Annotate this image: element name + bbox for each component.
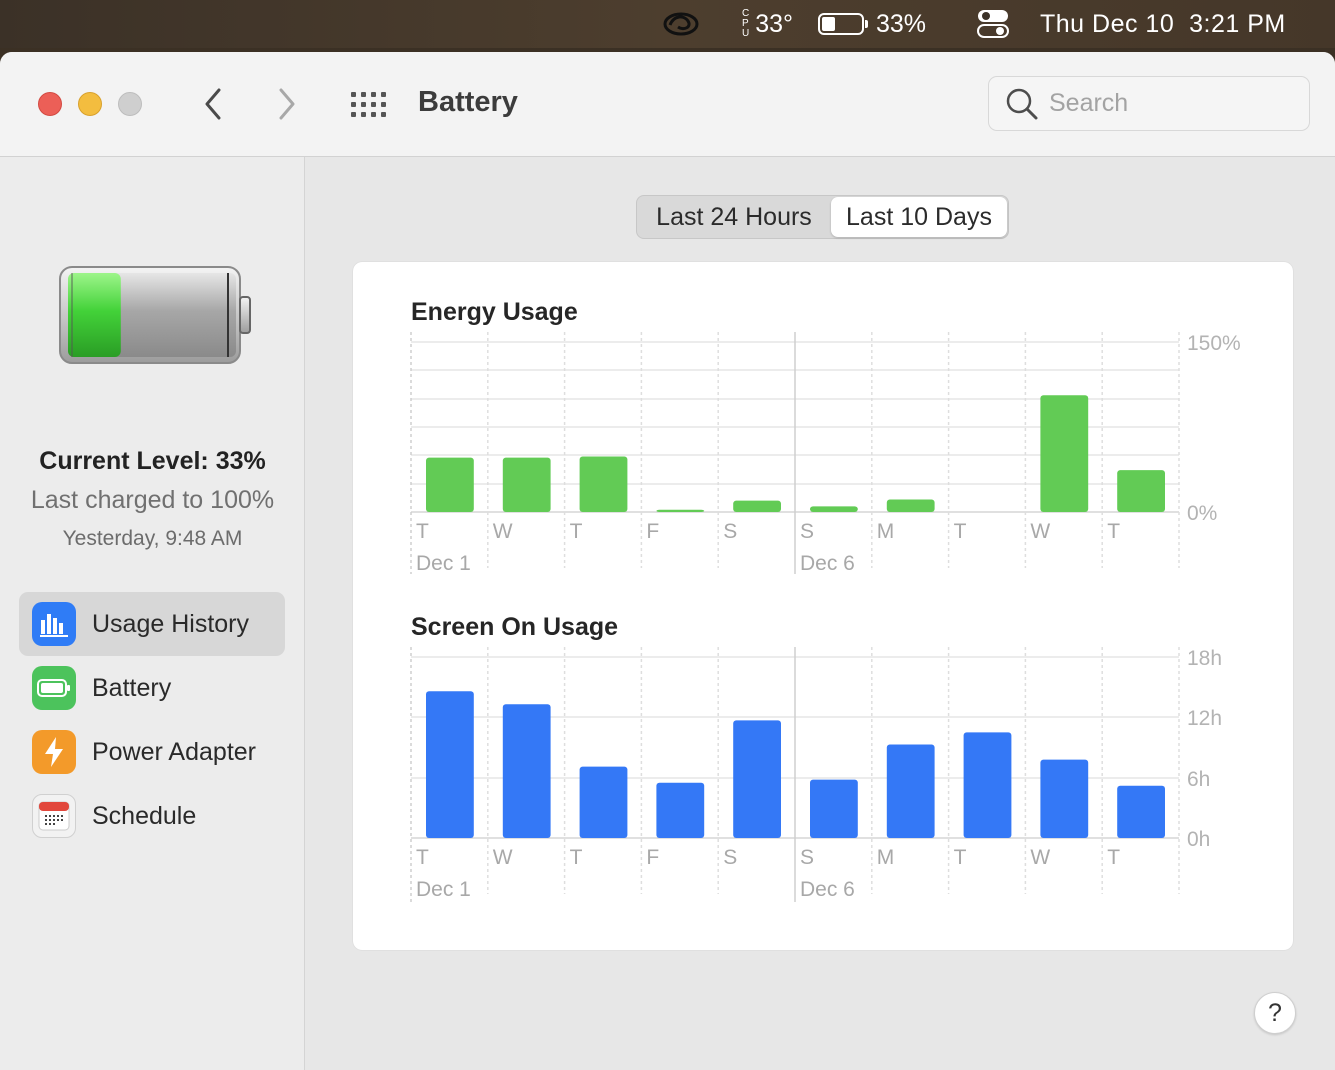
energy-day-label: T <box>416 520 429 543</box>
energy-bar <box>1040 395 1089 512</box>
screen-on-bar <box>733 720 781 838</box>
sidebar-item-label: Schedule <box>92 801 197 830</box>
energy-day-label: M <box>877 520 895 543</box>
last-charged-text: Last charged to 100% <box>30 486 275 514</box>
screen-on-bar <box>656 782 705 838</box>
energy-day-label: S <box>800 520 814 543</box>
screen-on-day-label: S <box>723 846 737 869</box>
calendar-icon <box>32 794 76 838</box>
energy-bar <box>426 457 474 512</box>
sidebar-item-label: Battery <box>92 673 172 702</box>
last-charged-time: Yesterday, 9:48 AM <box>62 527 243 550</box>
usage-charts-card: Energy Usage Screen On Usage TWTFSSMTWTD… <box>353 262 1293 950</box>
sidebar: Current Level: 33% Last charged to 100% … <box>0 157 305 1070</box>
segment-last-10-days[interactable]: Last 10 Days <box>831 197 1007 237</box>
time-range-segmented-control: Last 24 Hours Last 10 Days <box>636 195 1009 239</box>
menubar-clock[interactable]: Thu Dec 10 3:21 PM <box>1040 0 1286 48</box>
chevron-right-icon <box>279 88 295 120</box>
energy-bar <box>656 509 705 512</box>
forward-button[interactable] <box>270 86 304 122</box>
sidebar-item-label: Power Adapter <box>92 737 256 766</box>
energy-y-tick-label: 150% <box>1187 332 1241 355</box>
energy-day-label: T <box>1107 520 1120 543</box>
help-button[interactable]: ? <box>1254 992 1296 1034</box>
energy-bar <box>579 456 628 512</box>
energy-bar <box>886 499 935 512</box>
screen-on-bar <box>963 732 1012 838</box>
battery-icon <box>32 666 76 710</box>
screen-on-day-label: F <box>646 846 659 869</box>
search-input[interactable] <box>1049 89 1289 118</box>
menubar-battery-fill <box>822 17 835 31</box>
segment-last-24-hours[interactable]: Last 24 Hours <box>637 197 831 237</box>
window-title: Battery <box>418 86 518 118</box>
window-toolbar: Battery <box>0 52 1335 157</box>
control-center-icon[interactable] <box>975 0 1011 48</box>
energy-y-tick-label: 0% <box>1187 502 1217 525</box>
lightning-icon <box>32 730 76 774</box>
energy-day-label: F <box>646 520 659 543</box>
chevron-left-icon <box>205 88 221 120</box>
menu-bar: C P U 33° 33% Thu Dec 10 3:21 PM <box>0 0 1335 48</box>
sidebar-item-battery[interactable]: Battery <box>19 656 285 720</box>
screen-on-day-label: W <box>493 846 513 869</box>
sidebar-item-label: Usage History <box>92 609 249 638</box>
energy-day-label: W <box>493 520 513 543</box>
energy-day-label: S <box>723 520 737 543</box>
sidebar-item-power-adapter[interactable]: Power Adapter <box>19 720 285 784</box>
menubar-battery[interactable]: 33% <box>818 0 926 48</box>
screen-on-day-label: T <box>954 846 967 869</box>
minimize-button[interactable] <box>78 92 102 116</box>
screen-on-bar <box>1117 785 1165 838</box>
energy-bar <box>1117 470 1165 512</box>
screen-on-y-tick-label: 18h <box>1187 647 1222 670</box>
screen-on-date-label: Dec 6 <box>800 878 855 901</box>
screen-on-bar <box>1040 759 1089 838</box>
sidebar-item-schedule[interactable]: Schedule <box>19 784 285 848</box>
screen-on-day-label: T <box>416 846 429 869</box>
screen-on-date-label: Dec 1 <box>416 878 471 901</box>
zoom-button[interactable] <box>118 92 142 116</box>
energy-day-label: W <box>1030 520 1050 543</box>
search-icon <box>1006 88 1038 119</box>
screen-on-bar <box>502 704 551 838</box>
battery-level-icon <box>59 266 251 364</box>
screen-on-bar <box>886 744 935 838</box>
sidebar-item-usage-history[interactable]: Usage History <box>19 592 285 656</box>
screen-on-bar <box>579 766 628 838</box>
energy-day-label: T <box>570 520 583 543</box>
screen-on-day-label: S <box>800 846 814 869</box>
energy-bar <box>810 506 858 512</box>
cpu-temperature[interactable]: C P U 33° <box>742 0 793 48</box>
creative-cloud-icon[interactable] <box>660 0 702 48</box>
bar-chart-icon <box>32 602 76 646</box>
cpu-temp-value: 33° <box>755 9 794 38</box>
screen-on-bar <box>426 691 474 838</box>
show-all-grid-icon[interactable] <box>350 90 388 118</box>
screen-on-day-label: T <box>1107 846 1120 869</box>
screen-on-y-tick-label: 12h <box>1187 707 1222 730</box>
cpu-label-u: U <box>742 28 750 39</box>
energy-day-label: T <box>954 520 967 543</box>
cpu-label: C P U <box>742 9 749 39</box>
back-button[interactable] <box>196 86 230 122</box>
energy-date-label: Dec 1 <box>416 552 471 575</box>
menubar-battery-percent: 33% <box>876 9 927 38</box>
screen-on-bar <box>810 779 858 838</box>
usage-charts: T W T F S S M T W T Dec 1 Dec 6 150% 0% T W T F S S M T W T Dec … <box>410 332 1241 902</box>
screen-on-day-label: T <box>570 846 583 869</box>
close-button[interactable] <box>38 92 62 116</box>
current-level: Current Level: 33% <box>39 447 266 475</box>
search-field[interactable] <box>988 76 1310 131</box>
screen-on-day-label: W <box>1030 846 1050 869</box>
menubar-battery-icon <box>818 13 868 35</box>
battery-preferences-window: Battery Search Current Level: 33% Last c… <box>0 52 1335 1070</box>
screen-on-day-label: M <box>877 846 895 869</box>
energy-bar <box>733 500 781 512</box>
energy-bar <box>502 457 551 512</box>
energy-date-label: Dec 6 <box>800 552 855 575</box>
screen-on-y-tick-label: 0h <box>1187 828 1210 851</box>
screen-on-y-tick-label: 6h <box>1187 768 1210 791</box>
